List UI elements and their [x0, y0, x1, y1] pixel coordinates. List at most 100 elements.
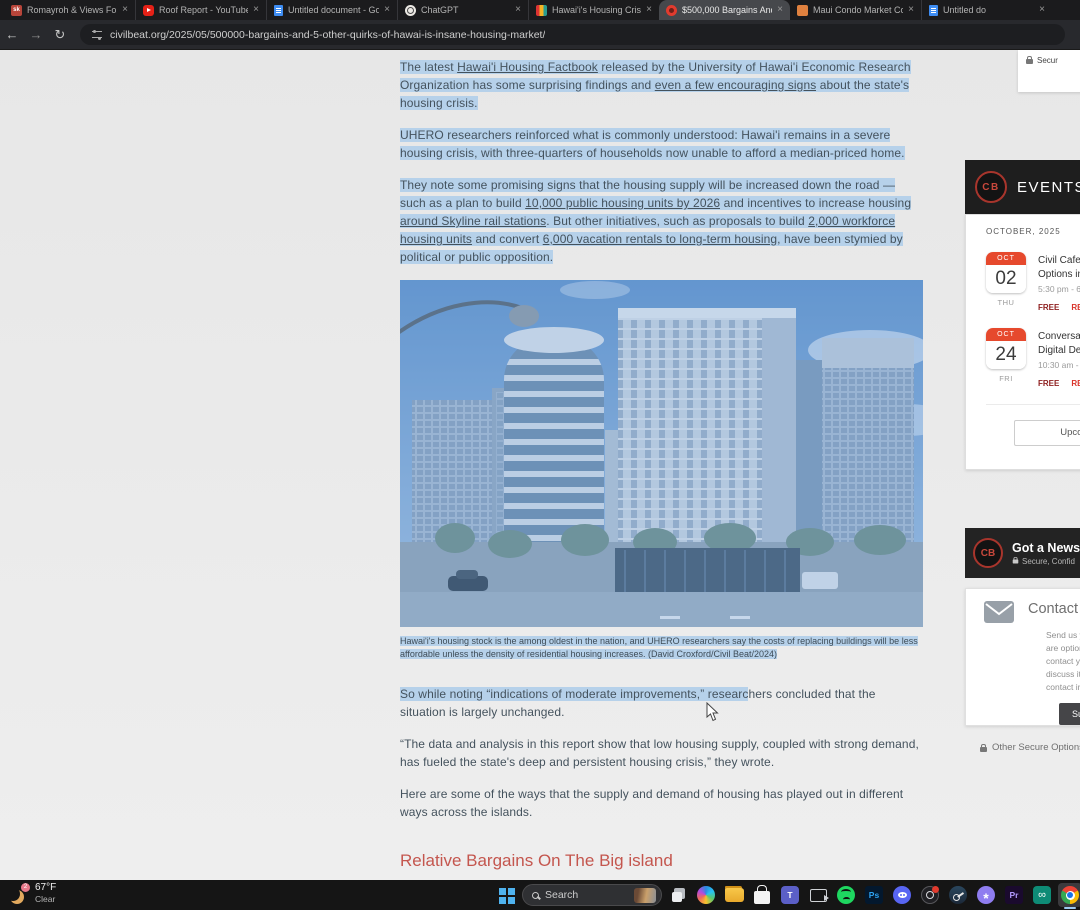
- taskbar-icons: Search T Ps * Pr ∞: [494, 883, 1080, 909]
- text-segment: . But other initiatives, such as proposa…: [546, 214, 809, 228]
- camtasia-icon[interactable]: ∞: [1033, 886, 1051, 904]
- tab-close-icon[interactable]: ×: [122, 5, 128, 15]
- events-header: CB EVENTS: [965, 160, 1080, 214]
- event-month: OCT: [986, 328, 1026, 341]
- address-bar[interactable]: civilbeat.org/2025/05/500000-bargains-an…: [80, 24, 1065, 45]
- contact-card: Contact U Send us your n are optional. H c…: [965, 588, 1080, 726]
- event-time: 5:30 pm - 6: [1038, 284, 1080, 294]
- text-segment: “The data and analysis in this report sh…: [400, 737, 919, 769]
- steam-icon[interactable]: [949, 886, 967, 904]
- contact-body-line: discuss it. We w: [1046, 669, 1080, 679]
- search-highlight-image: [634, 887, 656, 903]
- file-explorer-icon[interactable]: [722, 883, 746, 907]
- article-column: The latest Hawai'i Housing Factbook rele…: [214, 50, 953, 880]
- tab-close-icon[interactable]: ×: [1039, 5, 1045, 15]
- sk-favicon-icon: sk: [11, 4, 22, 16]
- taskbar: 2 67°F Clear Search T Ps * Pr ∞: [0, 880, 1080, 910]
- browser-tab[interactable]: $500,000 Bargains And 5 Oth ×: [659, 0, 790, 20]
- browser-tab[interactable]: Untitled document - Google ×: [266, 0, 397, 20]
- other-secure-options-link[interactable]: Other Secure Options: [980, 742, 1080, 753]
- contact-body: Send us your n are optional. H contact you…: [1046, 629, 1080, 694]
- tab-close-icon[interactable]: ×: [253, 5, 259, 15]
- article-paragraphs-top: The latest Hawai'i Housing Factbook rele…: [400, 58, 923, 266]
- article-link[interactable]: 6,000 vacation rentals to long-term hous…: [542, 232, 778, 246]
- contact-header-subtitle: Secure, Confid: [1022, 556, 1075, 566]
- event-day: 02: [986, 265, 1026, 293]
- tab-title: Untitled document - Google: [288, 5, 380, 15]
- article-link[interactable]: Hawai'i Housing Factbook: [457, 60, 598, 74]
- premiere-icon[interactable]: Pr: [1005, 886, 1023, 904]
- event-day: 24: [986, 341, 1026, 369]
- notification-badge: 2: [21, 883, 30, 892]
- event-register-link[interactable]: REG: [1071, 303, 1080, 312]
- tab-close-icon[interactable]: ×: [908, 5, 914, 15]
- site-settings-icon[interactable]: [92, 29, 102, 40]
- events-title: EVENTS: [1017, 178, 1080, 196]
- camera-alert-icon[interactable]: [921, 886, 939, 904]
- browser-tab[interactable]: Untitled do ×: [921, 0, 1052, 20]
- moon-icon: 2: [6, 883, 30, 901]
- gdocs-favicon-icon: [274, 4, 283, 16]
- browser-tab[interactable]: sk Romayroh & Views For Incom ×: [4, 0, 135, 20]
- screen-cast-icon[interactable]: [806, 883, 830, 907]
- chrome-icon[interactable]: [1058, 883, 1080, 909]
- spotify-icon[interactable]: [837, 886, 855, 904]
- tab-title: Maui Condo Market Collaps: [813, 5, 904, 15]
- lock-icon: [980, 743, 987, 752]
- upcoming-events-button[interactable]: Upcomin: [1014, 420, 1080, 446]
- contact-heading: Contact U: [1028, 601, 1080, 617]
- event-title-line1: Civil Cafe:: [1038, 255, 1080, 266]
- search-label: Search: [545, 889, 579, 901]
- start-button-icon[interactable]: [494, 883, 518, 907]
- caption-text: Hawai'i's housing stock is the among old…: [400, 636, 918, 659]
- text-segment: The latest: [400, 60, 458, 74]
- news-favicon-icon: [536, 4, 547, 16]
- browser-tab[interactable]: Maui Condo Market Collaps ×: [790, 0, 921, 20]
- article-paragraph: Here are some of the ways that the suppl…: [400, 785, 923, 821]
- tab-close-icon[interactable]: ×: [384, 5, 390, 15]
- other-secure-options-label: Other Secure Options: [992, 742, 1080, 753]
- browser-tab[interactable]: Hawai'i's Housing Crisis Was ×: [528, 0, 659, 20]
- article-paragraphs-mid: So while noting “indications of moderate…: [400, 685, 923, 821]
- tab-title: ChatGPT: [421, 5, 459, 15]
- tab-title: Roof Report - YouTube: [159, 5, 249, 15]
- text-segment: So while noting “indications of moderate…: [400, 687, 749, 701]
- article-link[interactable]: 10,000 public housing units by 2026: [525, 196, 721, 210]
- tab-close-icon[interactable]: ×: [515, 5, 521, 15]
- article-paragraph: They note some promising signs that the …: [400, 176, 923, 266]
- event-register-link[interactable]: REG: [1071, 379, 1080, 388]
- tab-close-icon[interactable]: ×: [646, 5, 652, 15]
- article-link[interactable]: even a few encouraging signs: [654, 78, 817, 92]
- event-title-line2: Digital Der: [1038, 344, 1080, 356]
- teams-icon[interactable]: T: [781, 886, 799, 904]
- task-view-icon[interactable]: [666, 883, 690, 907]
- image-caption: Hawai'i's housing stock is the among old…: [400, 635, 923, 661]
- tab-title: $500,000 Bargains And 5 Oth: [682, 5, 772, 15]
- tab-strip: skRomayroh & Views For Incom×Roof Report…: [0, 0, 1080, 20]
- article-image: [214, 280, 953, 627]
- forward-icon[interactable]: →: [24, 27, 48, 42]
- article-link[interactable]: around Skyline rail stations: [400, 214, 547, 228]
- event-item[interactable]: OCT24 FRI Conversati Digital Der 10:30 am - F…: [986, 328, 1080, 388]
- browser-tab[interactable]: Roof Report - YouTube ×: [135, 0, 266, 20]
- back-icon[interactable]: ←: [0, 27, 24, 42]
- browser-tab[interactable]: ChatGPT ×: [397, 0, 528, 20]
- reload-icon[interactable]: ↻: [48, 27, 72, 43]
- event-item[interactable]: OCT 02 THU Civil Cafe: Options in 5:30 pm - 6…: [986, 252, 1080, 312]
- taskbar-search[interactable]: Search: [522, 884, 662, 906]
- discord-icon[interactable]: [893, 886, 911, 904]
- weather-widget[interactable]: 2 67°F Clear: [6, 882, 56, 904]
- text-segment: UHERO researchers reinforced what is com…: [400, 128, 905, 160]
- copilot-icon[interactable]: [694, 883, 718, 907]
- secure-badge-label: Secur: [1037, 56, 1058, 65]
- photoshop-icon[interactable]: Ps: [865, 886, 883, 904]
- tab-title: Hawai'i's Housing Crisis Was: [552, 5, 641, 15]
- event-title-line2: Options in: [1038, 268, 1080, 280]
- clipchamp-icon[interactable]: *: [977, 886, 995, 905]
- maui-favicon-icon: [797, 4, 808, 16]
- contact-header-title: Got a News: [1012, 540, 1080, 555]
- microsoft-store-icon[interactable]: [750, 883, 774, 907]
- tab-close-icon[interactable]: ×: [777, 5, 783, 15]
- tab-title: Romayroh & Views For Incom: [27, 5, 117, 15]
- submit-tip-button[interactable]: Submit a Ti: [1059, 703, 1080, 725]
